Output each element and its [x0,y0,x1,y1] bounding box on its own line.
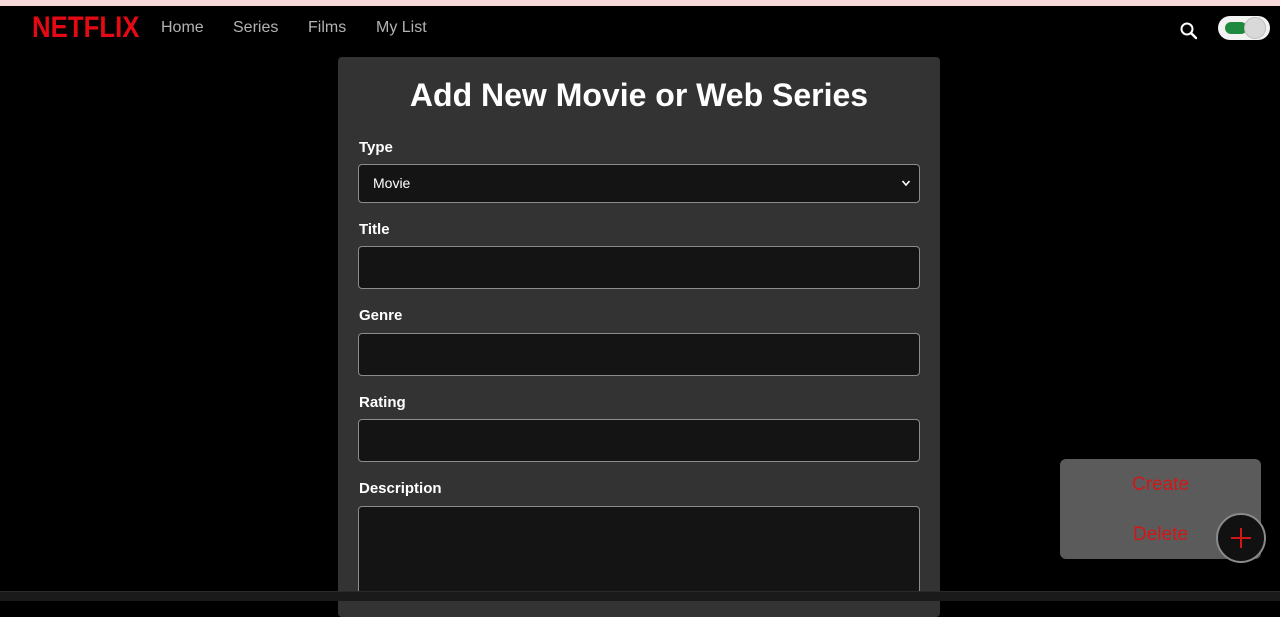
toggle-knob [1244,17,1266,39]
bottom-taskbar-edge [0,591,1280,601]
genre-input[interactable] [358,333,920,376]
add-fab-button[interactable] [1216,513,1266,563]
theme-toggle[interactable] [1218,16,1270,40]
chevron-down-icon [901,180,911,187]
rating-label: Rating [359,394,406,411]
type-select-value: Movie [373,175,411,191]
search-icon[interactable] [1178,20,1200,42]
create-button[interactable]: Create [1060,474,1261,496]
top-navbar: NETFLIX Home Series Films My List [0,6,1280,50]
title-input[interactable] [358,246,920,289]
plus-icon [1231,528,1251,548]
nav-link-home[interactable]: Home [161,18,204,38]
title-label: Title [359,221,390,238]
form-title: Add New Movie or Web Series [409,77,869,113]
description-textarea[interactable] [358,506,920,596]
rating-input[interactable] [358,419,920,462]
description-label: Description [359,480,442,497]
type-label: Type [359,139,393,156]
add-title-form: Add New Movie or Web Series Type Movie T… [338,57,940,617]
genre-label: Genre [359,307,403,324]
nav-link-series[interactable]: Series [233,18,278,38]
nav-link-my-list[interactable]: My List [376,18,427,38]
type-select[interactable]: Movie [358,164,920,203]
netflix-logo[interactable]: NETFLIX [32,12,140,44]
nav-link-films[interactable]: Films [308,18,346,38]
